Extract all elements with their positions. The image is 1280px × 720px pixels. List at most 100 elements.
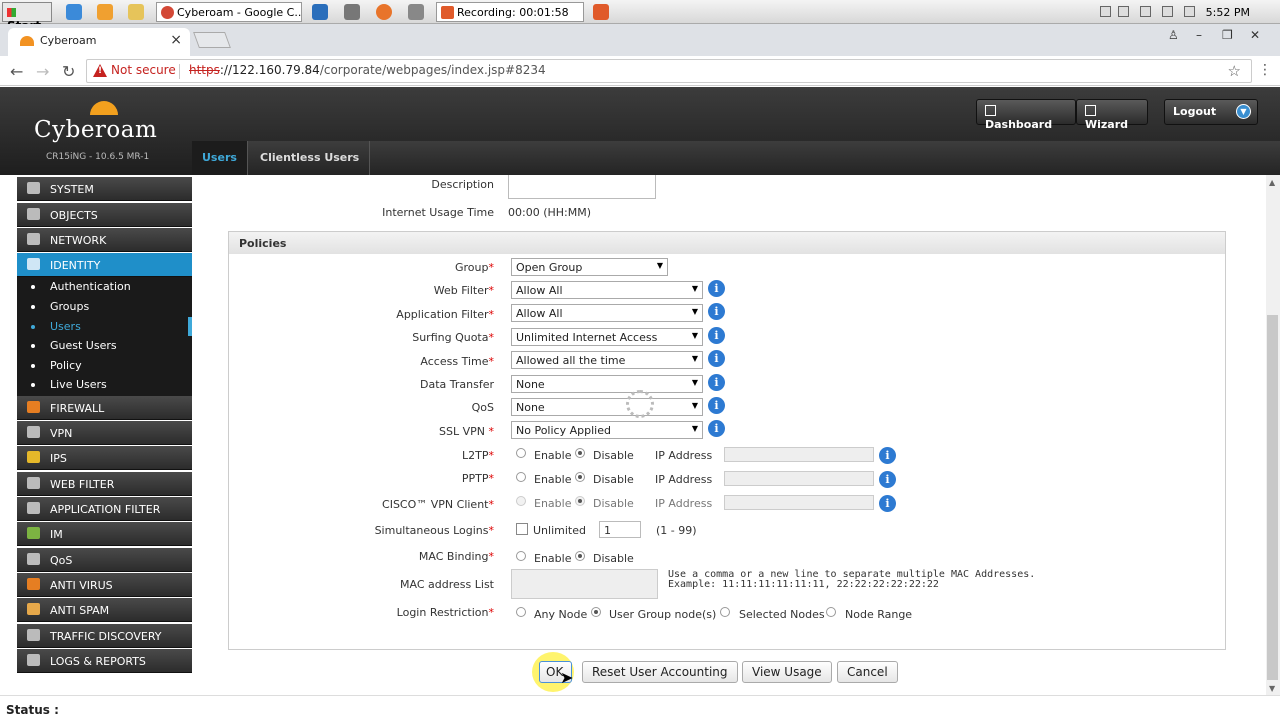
- tray-network-icon[interactable]: [1140, 6, 1151, 17]
- scroll-down-icon[interactable]: ▼: [1269, 684, 1275, 693]
- info-icon[interactable]: i: [708, 350, 725, 367]
- info-icon[interactable]: i: [708, 397, 725, 414]
- app-icon[interactable]: [344, 4, 360, 20]
- description-textarea[interactable]: [508, 175, 656, 199]
- tray-monitor-icon[interactable]: [1162, 6, 1173, 17]
- reset-user-accounting-button[interactable]: Reset User Accounting: [582, 661, 738, 683]
- sidebar-item-traffic-discovery[interactable]: TRAFFIC DISCOVERY: [17, 624, 192, 648]
- sidebar-item-application-filter[interactable]: APPLICATION FILTER: [17, 497, 192, 521]
- node-range-radio[interactable]: [826, 607, 836, 617]
- sidebar-sub-guest-users[interactable]: Guest Users: [17, 336, 192, 356]
- taskbar-chrome-task[interactable]: Cyberoam - Google C...: [156, 2, 302, 22]
- folder-icon[interactable]: [128, 4, 144, 20]
- sidebar-item-vpn[interactable]: VPN: [17, 421, 192, 445]
- sidebar-sub-users[interactable]: Users: [17, 317, 192, 337]
- sidebar-sub-authentication[interactable]: Authentication: [17, 277, 192, 297]
- sidebar-item-im[interactable]: IM: [17, 522, 192, 546]
- tray-flag-icon[interactable]: [1118, 6, 1129, 17]
- sidebar-item-firewall[interactable]: FIREWALL: [17, 396, 192, 420]
- mac-list-textarea[interactable]: [511, 569, 658, 599]
- logins-input[interactable]: 1: [599, 521, 641, 538]
- required-marker: *: [485, 425, 494, 438]
- sidebar-sub-policy[interactable]: Policy: [17, 356, 192, 376]
- data-transfer-select[interactable]: None: [511, 375, 703, 393]
- bookmark-star-icon[interactable]: ☆: [1228, 62, 1241, 80]
- start-button[interactable]: Start: [2, 2, 52, 33]
- web-filter-select[interactable]: Allow All: [511, 281, 703, 299]
- cisco-ip-input[interactable]: [724, 495, 874, 510]
- info-icon[interactable]: i: [879, 447, 896, 464]
- sidebar-sub-groups[interactable]: Groups: [17, 297, 192, 317]
- pptp-disable-radio[interactable]: [575, 472, 585, 482]
- sidebar-item-anti-virus[interactable]: ANTI VIRUS: [17, 573, 192, 597]
- sidebar-item-ips[interactable]: IPS: [17, 446, 192, 470]
- surfing-quota-select[interactable]: Unlimited Internet Access: [511, 328, 703, 346]
- qos-select[interactable]: None: [511, 398, 703, 416]
- close-window-icon[interactable]: ✕: [1250, 28, 1260, 42]
- info-icon[interactable]: i: [708, 420, 725, 437]
- close-tab-icon[interactable]: ×: [170, 32, 182, 48]
- sidebar-sub-live-users[interactable]: Live Users: [17, 375, 192, 396]
- info-icon[interactable]: i: [708, 374, 725, 391]
- tab-clientless-users[interactable]: Clientless Users: [250, 141, 371, 175]
- scroll-up-icon[interactable]: ▲: [1269, 178, 1275, 187]
- browser-menu-icon[interactable]: ⋮: [1258, 62, 1272, 78]
- selected-nodes-radio[interactable]: [720, 607, 730, 617]
- tray-volume-icon[interactable]: [1184, 6, 1195, 17]
- ssl-vpn-select[interactable]: No Policy Applied: [511, 421, 703, 439]
- reload-icon[interactable]: ↻: [62, 62, 75, 81]
- address-bar[interactable]: Not secure https://122.160.79.84/corpora…: [86, 59, 1252, 83]
- sidebar-item-identity[interactable]: IDENTITY: [17, 253, 192, 277]
- info-icon[interactable]: i: [708, 280, 725, 297]
- outlook-icon[interactable]: [312, 4, 328, 20]
- wizard-button[interactable]: Wizard: [1076, 99, 1148, 131]
- forward-icon[interactable]: →: [36, 62, 49, 81]
- sidebar-item-system[interactable]: SYSTEM: [17, 177, 192, 201]
- sidebar-item-network[interactable]: NETWORK: [17, 228, 192, 252]
- dashboard-button[interactable]: Dashboard: [976, 99, 1076, 131]
- info-icon[interactable]: i: [708, 303, 725, 320]
- cisco-disable-radio[interactable]: [575, 496, 585, 506]
- ie-icon[interactable]: [66, 4, 82, 20]
- any-node-radio[interactable]: [516, 607, 526, 617]
- new-tab-button[interactable]: [193, 32, 231, 48]
- pptp-ip-input[interactable]: [724, 471, 874, 486]
- sidebar-item-objects[interactable]: OBJECTS: [17, 203, 192, 227]
- info-icon[interactable]: i: [879, 471, 896, 488]
- mac-enable-radio[interactable]: [516, 551, 526, 561]
- firefox-icon[interactable]: [376, 4, 392, 20]
- l2tp-ip-input[interactable]: [724, 447, 874, 462]
- browser-tab[interactable]: Cyberoam ×: [8, 28, 190, 56]
- restore-icon[interactable]: ❐: [1222, 28, 1233, 42]
- access-time-select[interactable]: Allowed all the time: [511, 351, 703, 369]
- tab-users[interactable]: Users: [192, 141, 248, 175]
- view-usage-button[interactable]: View Usage: [742, 661, 832, 683]
- scrollbar-thumb[interactable]: [1267, 315, 1278, 680]
- pptp-enable-radio[interactable]: [516, 472, 526, 482]
- back-icon[interactable]: ←: [10, 62, 23, 81]
- media-player-icon[interactable]: [97, 4, 113, 20]
- group-select[interactable]: Open Group: [511, 258, 668, 276]
- tray-chevron-icon[interactable]: [1100, 6, 1111, 17]
- unlimited-checkbox[interactable]: [516, 523, 528, 535]
- logout-button[interactable]: Logout ▼: [1164, 99, 1258, 125]
- network-tool-icon[interactable]: [408, 4, 424, 20]
- taskbar-recording-task[interactable]: Recording: 00:01:58: [436, 2, 584, 22]
- minimize-icon[interactable]: –: [1196, 28, 1202, 42]
- sidebar-item-logs-reports[interactable]: LOGS & REPORTS: [17, 649, 192, 673]
- info-icon[interactable]: i: [708, 327, 725, 344]
- l2tp-disable-radio[interactable]: [575, 448, 585, 458]
- application-filter-select[interactable]: Allow All: [511, 304, 703, 322]
- user-group-nodes-radio[interactable]: [591, 607, 601, 617]
- cisco-enable-radio[interactable]: [516, 496, 526, 506]
- info-icon[interactable]: i: [879, 495, 896, 512]
- sidebar-item-web-filter[interactable]: WEB FILTER: [17, 472, 192, 496]
- not-secure-label[interactable]: Not secure: [111, 63, 176, 77]
- recorder-app-icon[interactable]: [593, 4, 609, 20]
- cancel-button[interactable]: Cancel: [837, 661, 898, 683]
- profile-icon[interactable]: ♙: [1168, 28, 1179, 42]
- mac-disable-radio[interactable]: [575, 551, 585, 561]
- l2tp-enable-radio[interactable]: [516, 448, 526, 458]
- sidebar-item-qos[interactable]: QoS: [17, 548, 192, 572]
- sidebar-item-anti-spam[interactable]: ANTI SPAM: [17, 598, 192, 622]
